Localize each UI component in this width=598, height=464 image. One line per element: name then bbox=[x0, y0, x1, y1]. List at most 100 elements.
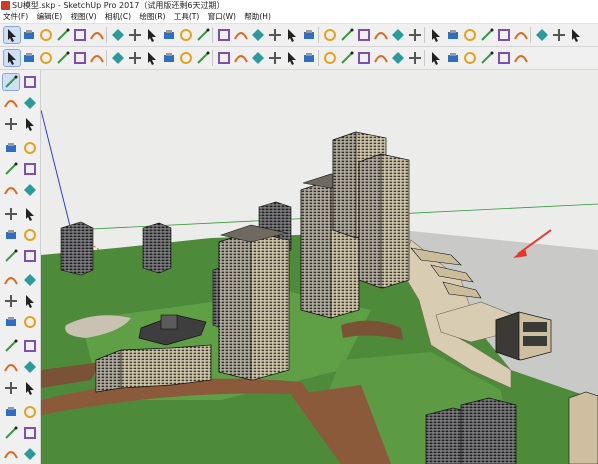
dimension-icon[interactable] bbox=[339, 27, 355, 43]
rectangle-icon[interactable] bbox=[72, 27, 88, 43]
zoom-icon[interactable] bbox=[445, 27, 461, 43]
rotate-icon[interactable] bbox=[161, 50, 177, 66]
3d-scene[interactable] bbox=[41, 70, 598, 464]
front-view-icon[interactable] bbox=[356, 50, 372, 66]
arc-icon[interactable] bbox=[3, 182, 19, 198]
follow-me-icon[interactable] bbox=[250, 27, 266, 43]
xray-icon[interactable] bbox=[428, 50, 444, 66]
axes-icon[interactable] bbox=[3, 338, 19, 354]
select-icon[interactable] bbox=[3, 26, 21, 44]
model-viewport[interactable] bbox=[41, 70, 598, 464]
iso-view-icon[interactable] bbox=[322, 50, 338, 66]
back-view-icon[interactable] bbox=[390, 50, 406, 66]
eraser-icon[interactable] bbox=[21, 27, 37, 43]
menu-view[interactable]: 视图(V) bbox=[71, 11, 97, 23]
orbit-icon[interactable] bbox=[250, 50, 266, 66]
pie-icon[interactable] bbox=[3, 206, 19, 222]
scale-icon[interactable] bbox=[178, 50, 194, 66]
menu-camera[interactable]: 相机(C) bbox=[105, 11, 131, 23]
line-icon[interactable] bbox=[72, 50, 88, 66]
zoom-icon[interactable] bbox=[3, 380, 19, 396]
push-pull-icon[interactable] bbox=[127, 50, 143, 66]
line-icon[interactable] bbox=[3, 116, 19, 132]
position-camera-icon[interactable] bbox=[3, 425, 19, 441]
circle-icon[interactable] bbox=[110, 27, 126, 43]
zoom-window-icon[interactable] bbox=[22, 380, 38, 396]
scale-icon[interactable] bbox=[3, 272, 19, 288]
protractor-icon[interactable] bbox=[356, 27, 372, 43]
orbit-icon[interactable] bbox=[407, 27, 423, 43]
push-pull-icon[interactable] bbox=[22, 227, 38, 243]
polygon-icon[interactable] bbox=[22, 161, 38, 177]
polygon-icon[interactable] bbox=[127, 27, 143, 43]
text-icon[interactable] bbox=[22, 314, 38, 330]
zoom-extents-icon[interactable] bbox=[479, 27, 495, 43]
menu-tools[interactable]: 工具(T) bbox=[174, 11, 199, 23]
menu-window[interactable]: 窗口(W) bbox=[208, 11, 236, 23]
orbit-icon[interactable] bbox=[3, 359, 19, 375]
follow-me-icon[interactable] bbox=[22, 248, 38, 264]
zoom-icon[interactable] bbox=[284, 50, 300, 66]
offset-icon[interactable] bbox=[22, 272, 38, 288]
section-plane-icon[interactable] bbox=[22, 446, 38, 462]
scale-icon[interactable] bbox=[233, 27, 249, 43]
rectangle-icon[interactable] bbox=[3, 140, 19, 156]
freehand-icon[interactable] bbox=[22, 116, 38, 132]
3d-text-icon[interactable] bbox=[373, 27, 389, 43]
zoom-window-icon[interactable] bbox=[462, 27, 478, 43]
paint-icon[interactable] bbox=[55, 50, 71, 66]
paint-bucket-icon[interactable] bbox=[390, 27, 406, 43]
move-icon[interactable] bbox=[195, 27, 211, 43]
offset-icon[interactable] bbox=[195, 50, 211, 66]
push-pull-icon[interactable] bbox=[178, 27, 194, 43]
paint-bucket-icon[interactable] bbox=[3, 95, 19, 111]
axes-icon[interactable] bbox=[322, 27, 338, 43]
circle-icon[interactable] bbox=[3, 161, 19, 177]
wireframe-icon[interactable] bbox=[445, 50, 461, 66]
menu-edit[interactable]: 编辑(E) bbox=[37, 11, 63, 23]
pan-icon[interactable] bbox=[22, 359, 38, 375]
pie-icon[interactable] bbox=[161, 27, 177, 43]
menu-draw[interactable]: 绘图(R) bbox=[139, 11, 165, 23]
eraser-icon[interactable] bbox=[38, 50, 54, 66]
select-icon[interactable] bbox=[3, 49, 21, 67]
position-camera-icon[interactable] bbox=[551, 27, 567, 43]
tape-measure-icon[interactable] bbox=[284, 27, 300, 43]
extents-icon[interactable] bbox=[301, 50, 317, 66]
walk-icon[interactable] bbox=[513, 27, 529, 43]
tape-measure-icon[interactable] bbox=[3, 293, 19, 309]
textured-icon[interactable] bbox=[496, 50, 512, 66]
previous-icon[interactable] bbox=[22, 404, 38, 420]
look-around-icon[interactable] bbox=[534, 27, 550, 43]
previous-view-icon[interactable] bbox=[496, 27, 512, 43]
walk-icon[interactable] bbox=[3, 446, 19, 462]
component-icon[interactable] bbox=[22, 74, 38, 90]
dimension-icon[interactable] bbox=[22, 293, 38, 309]
top-view-icon[interactable] bbox=[339, 50, 355, 66]
three-point-arc-icon[interactable] bbox=[22, 206, 38, 222]
pencil-icon[interactable] bbox=[38, 27, 54, 43]
two-point-arc-icon[interactable] bbox=[22, 182, 38, 198]
component-icon[interactable] bbox=[21, 50, 37, 66]
text-icon[interactable] bbox=[301, 27, 317, 43]
shaded-icon[interactable] bbox=[479, 50, 495, 66]
offset-icon[interactable] bbox=[267, 27, 283, 43]
3d-text-icon[interactable] bbox=[22, 338, 38, 354]
freehand-icon[interactable] bbox=[55, 27, 71, 43]
right-view-icon[interactable] bbox=[373, 50, 389, 66]
hidden-line-icon[interactable] bbox=[462, 50, 478, 66]
pan-icon[interactable] bbox=[267, 50, 283, 66]
look-around-icon[interactable] bbox=[22, 425, 38, 441]
eraser-icon[interactable] bbox=[22, 95, 38, 111]
protractor-icon[interactable] bbox=[3, 314, 19, 330]
move-icon[interactable] bbox=[144, 50, 160, 66]
tape-icon[interactable] bbox=[216, 50, 232, 66]
left-view-icon[interactable] bbox=[407, 50, 423, 66]
rotated-rect-icon[interactable] bbox=[22, 140, 38, 156]
move-icon[interactable] bbox=[3, 227, 19, 243]
section-plane-icon[interactable] bbox=[568, 27, 584, 43]
zoom-extents-icon[interactable] bbox=[3, 404, 19, 420]
menu-file[interactable]: 文件(F) bbox=[3, 11, 28, 23]
pan-icon[interactable] bbox=[428, 27, 444, 43]
arc-icon[interactable] bbox=[144, 27, 160, 43]
